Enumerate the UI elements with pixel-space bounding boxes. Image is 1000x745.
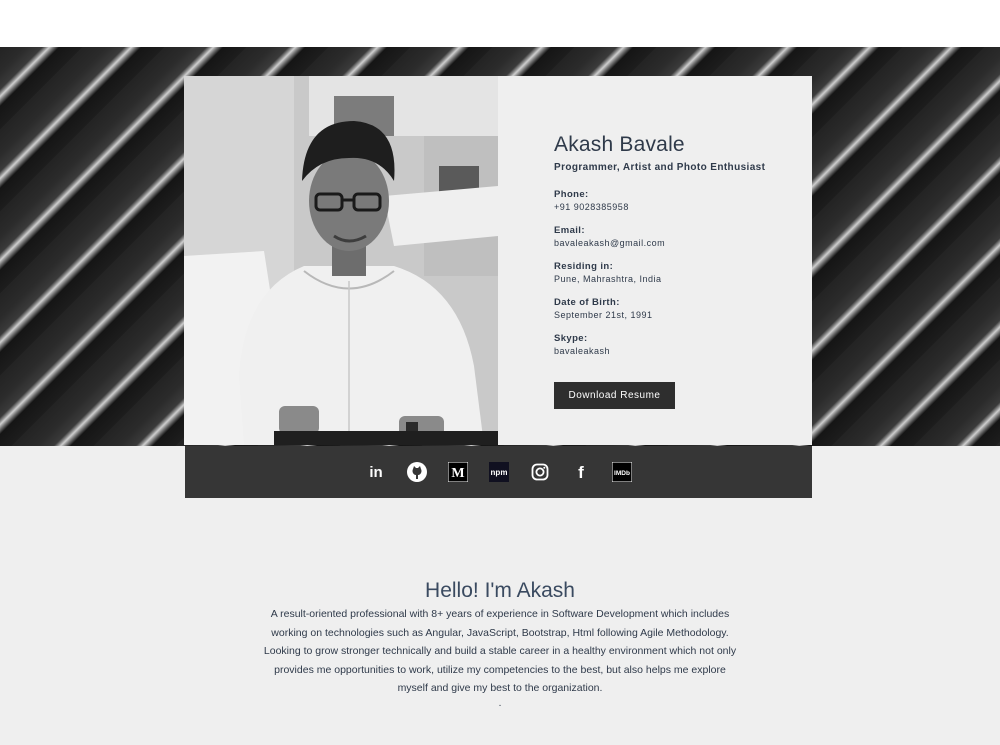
about-line: A result-oriented professional with 8+ y… xyxy=(270,608,730,620)
field-email-label: Email: xyxy=(554,225,585,236)
field-skype-value[interactable]: bavaleakash xyxy=(554,345,804,357)
field-phone-label: Phone: xyxy=(554,189,589,200)
imdb-icon[interactable]: IMDb xyxy=(611,461,633,483)
field-phone-value[interactable]: +91 9028385958 xyxy=(554,201,804,213)
field-skype-label: Skype: xyxy=(554,333,588,344)
profile-info: Akash Bavale Programmer, Artist and Phot… xyxy=(554,132,804,369)
about-section: Hello! I'm Akash A result-oriented profe… xyxy=(235,578,765,710)
field-skype: Skype: bavaleakash xyxy=(554,333,804,357)
profile-name: Akash Bavale xyxy=(554,133,685,156)
github-icon[interactable] xyxy=(406,461,428,483)
field-phone: Phone: +91 9028385958 xyxy=(554,189,804,213)
profile-photo xyxy=(184,76,498,445)
facebook-icon[interactable]: f xyxy=(570,461,592,483)
profile-tagline: Programmer, Artist and Photo Enthusiast xyxy=(554,162,766,173)
about-trailing-dot: . xyxy=(498,697,502,709)
social-bar: in M npm f IMDb xyxy=(185,446,812,498)
svg-text:M: M xyxy=(451,466,464,481)
linkedin-icon[interactable]: in xyxy=(365,461,387,483)
about-line: myself and give my best to the organizat… xyxy=(397,682,603,694)
field-dob-label: Date of Birth: xyxy=(554,297,620,308)
about-line: Looking to grow stronger technically and… xyxy=(263,645,737,657)
field-email-value[interactable]: bavaleakash@gmail.com xyxy=(554,237,804,249)
medium-icon[interactable]: M xyxy=(447,461,469,483)
field-dob-value: September 21st, 1991 xyxy=(554,310,653,320)
instagram-icon[interactable] xyxy=(529,461,551,483)
download-resume-button[interactable]: Download Resume xyxy=(554,382,675,409)
npm-icon[interactable]: npm xyxy=(488,461,510,483)
svg-text:npm: npm xyxy=(490,468,507,477)
svg-text:IMDb: IMDb xyxy=(614,470,630,477)
about-text: A result-oriented professional with 8+ y… xyxy=(235,605,765,698)
about-title: Hello! I'm Akash xyxy=(425,579,575,602)
profile-card: Akash Bavale Programmer, Artist and Phot… xyxy=(184,76,812,445)
top-header-strip xyxy=(0,0,1000,47)
svg-text:in: in xyxy=(369,464,382,481)
field-residence: Residing in: Pune, Mahrashtra, India xyxy=(554,261,804,285)
about-line: working on technologies such as Angular,… xyxy=(271,626,729,639)
profile-photo-illustration xyxy=(184,76,498,445)
field-dob: Date of Birth: September 21st, 1991 xyxy=(554,297,804,321)
field-email: Email: bavaleakash@gmail.com xyxy=(554,225,804,249)
svg-text:f: f xyxy=(578,463,584,481)
about-line: provides me opportunities to work, utili… xyxy=(274,663,726,676)
field-residence-label: Residing in: xyxy=(554,261,614,272)
field-residence-value: Pune, Mahrashtra, India xyxy=(554,274,662,284)
